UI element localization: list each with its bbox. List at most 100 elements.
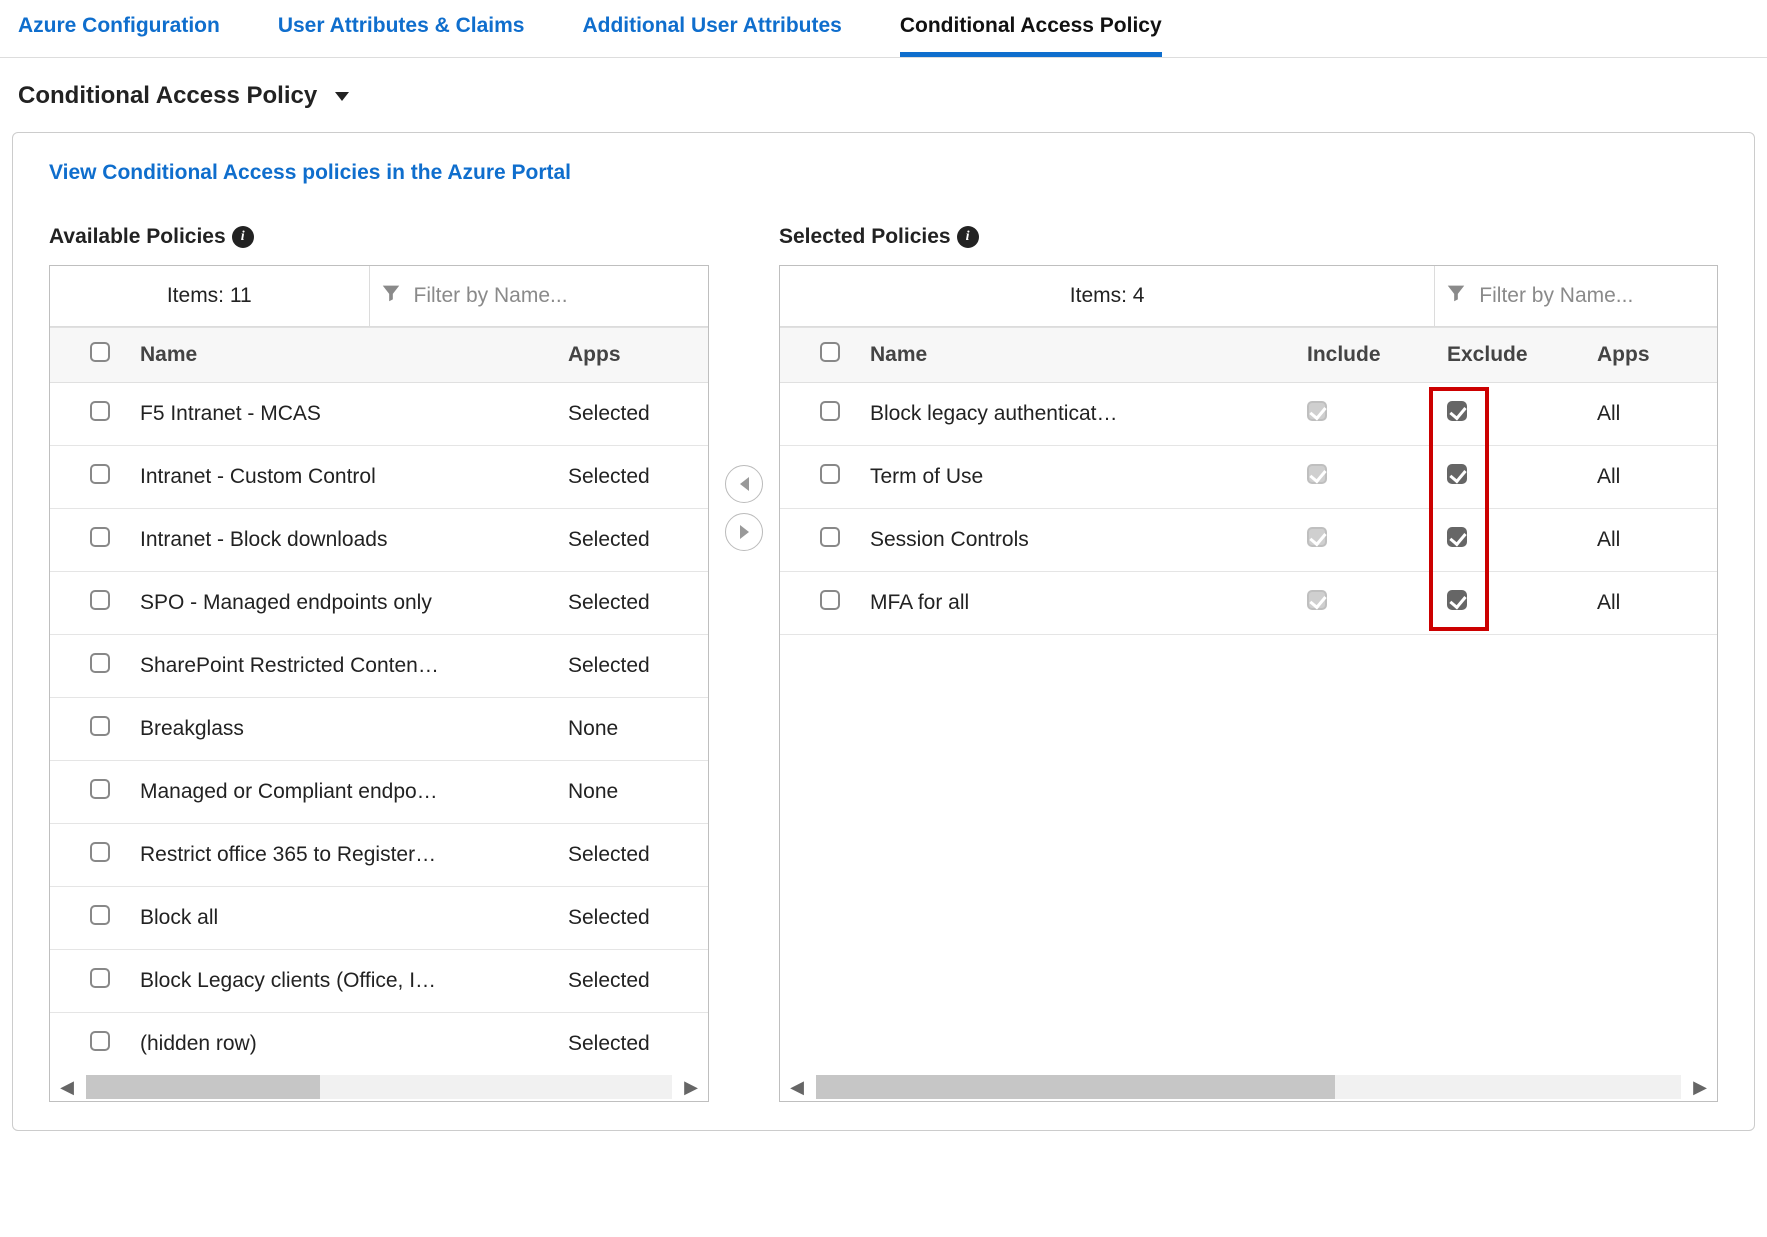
table-row[interactable]: BreakglassNone <box>50 698 708 761</box>
table-row[interactable]: Managed or Compliant endpo…None <box>50 761 708 824</box>
row-apps: Selected <box>568 654 698 678</box>
section-title-row[interactable]: Conditional Access Policy <box>0 58 1767 132</box>
row-apps: All <box>1597 591 1707 615</box>
row-checkbox[interactable] <box>90 590 110 610</box>
scroll-left-icon[interactable]: ◀ <box>54 1074 80 1100</box>
row-checkbox[interactable] <box>820 464 840 484</box>
scroll-left-icon[interactable]: ◀ <box>784 1074 810 1100</box>
hscroll-track[interactable] <box>86 1075 672 1099</box>
selected-count: Items: 4 <box>780 266 1435 326</box>
hscroll-track[interactable] <box>816 1075 1681 1099</box>
available-title-text: Available Policies <box>49 225 226 249</box>
available-count: Items: 11 <box>50 266 370 326</box>
row-checkbox[interactable] <box>820 401 840 421</box>
row-name: Intranet - Custom Control <box>140 465 568 489</box>
selected-title-text: Selected Policies <box>779 225 951 249</box>
row-checkbox[interactable] <box>90 464 110 484</box>
nav-tabs: Azure Configuration User Attributes & Cl… <box>0 0 1767 58</box>
row-apps: Selected <box>568 969 698 993</box>
row-apps: Selected <box>568 528 698 552</box>
tab-azure-configuration[interactable]: Azure Configuration <box>18 14 220 57</box>
selected-header-apps[interactable]: Apps <box>1597 343 1707 367</box>
selected-header-exclude[interactable]: Exclude <box>1447 343 1597 367</box>
row-apps: All <box>1597 402 1707 426</box>
section-title: Conditional Access Policy <box>18 82 317 110</box>
row-name: Block all <box>140 906 568 930</box>
row-name: Session Controls <box>870 528 1307 552</box>
row-apps: Selected <box>568 906 698 930</box>
filter-icon <box>380 282 402 310</box>
exclude-checkbox[interactable] <box>1447 590 1467 610</box>
row-checkbox[interactable] <box>90 968 110 988</box>
exclude-checkbox[interactable] <box>1447 464 1467 484</box>
row-apps: Selected <box>568 402 698 426</box>
exclude-checkbox[interactable] <box>1447 401 1467 421</box>
row-checkbox[interactable] <box>90 527 110 547</box>
selected-header-name[interactable]: Name <box>870 343 1307 367</box>
scroll-right-icon[interactable]: ▶ <box>1687 1074 1713 1100</box>
row-checkbox[interactable] <box>90 653 110 673</box>
include-checkbox <box>1307 464 1327 484</box>
table-row[interactable]: F5 Intranet - MCASSelected <box>50 383 708 446</box>
table-row[interactable]: MFA for allAll <box>780 572 1717 635</box>
info-icon[interactable]: i <box>232 226 254 248</box>
table-row[interactable]: SharePoint Restricted Conten…Selected <box>50 635 708 698</box>
selected-filter-input[interactable] <box>1479 284 1707 308</box>
available-rows[interactable]: F5 Intranet - MCASSelectedIntranet - Cus… <box>50 383 708 1073</box>
selected-header-include[interactable]: Include <box>1307 343 1447 367</box>
table-row[interactable]: SPO - Managed endpoints onlySelected <box>50 572 708 635</box>
row-apps: Selected <box>568 591 698 615</box>
row-name: Block legacy authenticat… <box>870 402 1307 426</box>
row-name: Breakglass <box>140 717 568 741</box>
row-name: F5 Intranet - MCAS <box>140 402 568 426</box>
include-checkbox <box>1307 527 1327 547</box>
selected-select-all-checkbox[interactable] <box>820 342 840 362</box>
available-header-name[interactable]: Name <box>140 343 568 367</box>
main-panel: View Conditional Access policies in the … <box>12 132 1755 1131</box>
available-header-apps[interactable]: Apps <box>568 343 698 367</box>
row-apps: All <box>1597 465 1707 489</box>
table-row[interactable]: Block Legacy clients (Office, I…Selected <box>50 950 708 1013</box>
row-apps: Selected <box>568 1032 698 1056</box>
mover-buttons <box>725 465 763 551</box>
azure-portal-link[interactable]: View Conditional Access policies in the … <box>49 161 1718 185</box>
row-apps: Selected <box>568 465 698 489</box>
row-name: SharePoint Restricted Conten… <box>140 654 568 678</box>
table-row[interactable]: Intranet - Block downloadsSelected <box>50 509 708 572</box>
table-row[interactable]: Restrict office 365 to Register…Selected <box>50 824 708 887</box>
table-row[interactable]: (hidden row)Selected <box>50 1013 708 1073</box>
move-right-button[interactable] <box>725 513 763 551</box>
row-name: Intranet - Block downloads <box>140 528 568 552</box>
row-checkbox[interactable] <box>90 779 110 799</box>
table-row[interactable]: Block allSelected <box>50 887 708 950</box>
tab-additional-user-attributes[interactable]: Additional User Attributes <box>582 14 841 57</box>
row-name: (hidden row) <box>140 1032 568 1056</box>
row-checkbox[interactable] <box>90 716 110 736</box>
row-checkbox[interactable] <box>90 401 110 421</box>
table-row[interactable]: Term of UseAll <box>780 446 1717 509</box>
tab-user-attributes-claims[interactable]: User Attributes & Claims <box>278 14 525 57</box>
tab-conditional-access-policy[interactable]: Conditional Access Policy <box>900 14 1162 57</box>
selected-title: Selected Policies i <box>779 225 1718 249</box>
move-left-button[interactable] <box>725 465 763 503</box>
row-apps: Selected <box>568 843 698 867</box>
selected-rows: Block legacy authenticat…AllTerm of UseA… <box>780 383 1717 1073</box>
row-name: Restrict office 365 to Register… <box>140 843 568 867</box>
row-checkbox[interactable] <box>90 905 110 925</box>
row-apps: None <box>568 780 698 804</box>
row-checkbox[interactable] <box>90 1031 110 1051</box>
chevron-down-icon <box>335 92 349 101</box>
row-checkbox[interactable] <box>90 842 110 862</box>
table-row[interactable]: Session ControlsAll <box>780 509 1717 572</box>
include-checkbox <box>1307 401 1327 421</box>
available-select-all-checkbox[interactable] <box>90 342 110 362</box>
info-icon[interactable]: i <box>957 226 979 248</box>
row-checkbox[interactable] <box>820 590 840 610</box>
row-checkbox[interactable] <box>820 527 840 547</box>
available-filter-input[interactable] <box>414 284 699 308</box>
table-row[interactable]: Block legacy authenticat… All <box>780 383 1717 446</box>
scroll-right-icon[interactable]: ▶ <box>678 1074 704 1100</box>
include-checkbox <box>1307 590 1327 610</box>
table-row[interactable]: Intranet - Custom ControlSelected <box>50 446 708 509</box>
exclude-checkbox[interactable] <box>1447 527 1467 547</box>
